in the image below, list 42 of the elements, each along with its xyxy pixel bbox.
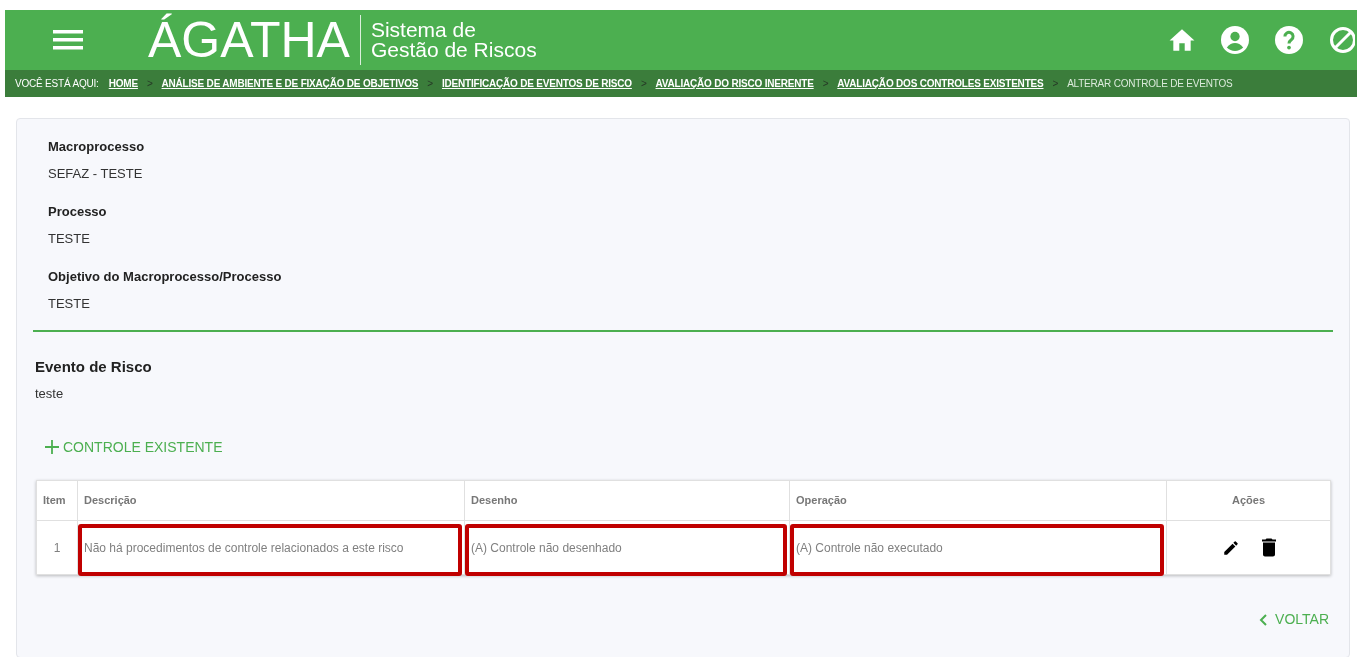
back-button[interactable]: VOLTAR xyxy=(1259,609,1329,630)
table-cell-text: Não há procedimentos de controle relacionados a este risco xyxy=(84,539,404,557)
pencil-icon[interactable] xyxy=(1221,538,1240,557)
app-subtitle: Sistema de Gestão de Riscos xyxy=(370,20,537,60)
help-icon[interactable] xyxy=(1275,26,1303,54)
breadcrumb-link[interactable]: AVALIAÇÃO DO RISCO INERENTE xyxy=(655,77,814,90)
table-cell-text: 1 xyxy=(53,539,61,557)
column-header: Desenho xyxy=(465,481,790,520)
breadcrumb-separator: > xyxy=(822,77,829,90)
field-label: Objetivo do Macroprocesso/Processo xyxy=(48,269,283,285)
breadcrumb-separator: > xyxy=(427,77,433,90)
plus-icon xyxy=(45,440,59,454)
breadcrumb-link[interactable]: IDENTIFICAÇÃO DE EVENTOS DE RISCO xyxy=(441,77,632,90)
menu-icon[interactable] xyxy=(53,29,83,51)
app-logo: ÁGATHA xyxy=(148,15,361,65)
home-icon[interactable] xyxy=(1169,28,1195,52)
breadcrumb-separator: > xyxy=(640,77,647,90)
breadcrumb-label: VOCÊ ESTÁ AQUI: xyxy=(15,77,99,90)
table-cell-text: (A) Controle não executado xyxy=(796,539,943,557)
user-icon[interactable] xyxy=(1221,26,1249,54)
breadcrumb-link[interactable]: AVALIAÇÃO DOS CONTROLES EXISTENTES xyxy=(837,77,1044,90)
field-label: Macroprocesso xyxy=(48,139,146,155)
column-header: Descrição xyxy=(78,481,465,520)
breadcrumb-separator: > xyxy=(1052,77,1059,90)
field-value: TESTE xyxy=(48,296,91,312)
field-label: Processo xyxy=(48,204,108,220)
block-icon[interactable] xyxy=(1329,26,1355,54)
add-control-button[interactable]: CONTROLE EXISTENTE xyxy=(45,438,223,456)
chevron-left-icon xyxy=(1259,613,1268,626)
section-title: Evento de Risco xyxy=(35,358,153,376)
section-value: teste xyxy=(35,386,65,402)
column-header: Ações xyxy=(1231,493,1266,509)
column-header: Operação xyxy=(790,481,1167,520)
breadcrumb-link[interactable]: ANÁLISE DE AMBIENTE E DE FIXAÇÃO DE OBJETIVOS xyxy=(161,77,419,90)
field-value: SEFAZ - TESTE xyxy=(48,166,144,182)
trash-icon[interactable] xyxy=(1261,538,1276,557)
breadcrumb-separator: > xyxy=(146,77,153,90)
breadcrumb-link[interactable]: HOME xyxy=(108,77,138,90)
field-value: TESTE xyxy=(48,231,91,247)
breadcrumb-current: ALTERAR CONTROLE DE EVENTOS xyxy=(1067,77,1233,90)
column-header: Item xyxy=(37,481,78,520)
table-cell-text: (A) Controle não desenhado xyxy=(471,539,622,557)
